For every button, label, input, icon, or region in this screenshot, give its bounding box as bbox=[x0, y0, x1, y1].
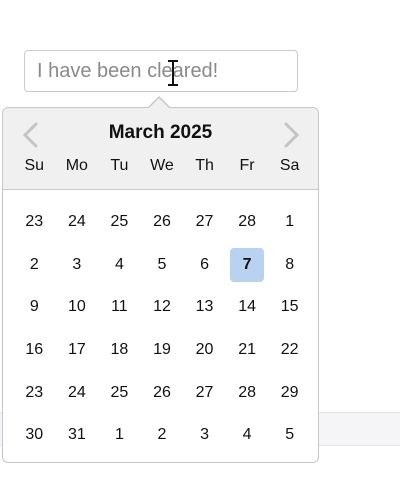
day-cell[interactable]: 26 bbox=[141, 371, 184, 414]
datepicker-popup: March 2025 Su Mo Tu We Th Fr Sa 23 24 25 bbox=[2, 98, 319, 463]
day-cell[interactable]: 8 bbox=[268, 244, 311, 287]
day-cell[interactable]: 2 bbox=[13, 244, 56, 287]
day-cell[interactable]: 12 bbox=[141, 286, 184, 329]
weekday-label: Th bbox=[195, 157, 214, 174]
popup-arrow-fill bbox=[149, 98, 169, 108]
day-cell[interactable]: 3 bbox=[56, 244, 99, 287]
week-row: 23 24 25 26 27 28 1 bbox=[13, 201, 311, 244]
day-cell[interactable]: 27 bbox=[183, 371, 226, 414]
week-row: 9 10 11 12 13 14 15 bbox=[13, 286, 311, 329]
day-cell[interactable]: 13 bbox=[183, 286, 226, 329]
day-cell[interactable]: 10 bbox=[56, 286, 99, 329]
day-cell[interactable]: 30 bbox=[13, 414, 56, 457]
weekday-label: Fr bbox=[239, 157, 255, 174]
day-cell[interactable]: 26 bbox=[141, 201, 184, 244]
weekday-label: We bbox=[150, 157, 174, 174]
week-row: 16 17 18 19 20 21 22 bbox=[13, 329, 311, 372]
weekday-label: Su bbox=[24, 157, 45, 174]
weekday-row: Su Mo Tu We Th Fr Sa bbox=[13, 157, 311, 175]
day-cell[interactable]: 5 bbox=[268, 414, 311, 457]
month-title: March 2025 bbox=[108, 122, 213, 143]
day-cell[interactable]: 24 bbox=[56, 371, 99, 414]
day-cell[interactable]: 6 bbox=[183, 244, 226, 287]
day-cell[interactable]: 19 bbox=[141, 329, 184, 372]
day-cell[interactable]: 31 bbox=[56, 414, 99, 457]
day-cell[interactable]: 20 bbox=[183, 329, 226, 372]
day-cell[interactable]: 23 bbox=[13, 201, 56, 244]
day-cell[interactable]: 24 bbox=[56, 201, 99, 244]
weekday-label: Mo bbox=[65, 157, 88, 174]
day-cell[interactable]: 1 bbox=[98, 414, 141, 457]
day-cell[interactable]: 5 bbox=[141, 244, 184, 287]
day-cell[interactable]: 29 bbox=[268, 371, 311, 414]
week-row: 2 3 4 5 6 7 8 bbox=[13, 244, 311, 287]
day-cell[interactable]: 11 bbox=[98, 286, 141, 329]
chevron-right-icon bbox=[284, 122, 300, 148]
day-cell[interactable]: 18 bbox=[98, 329, 141, 372]
day-cell[interactable]: 15 bbox=[268, 286, 311, 329]
day-cell[interactable]: 27 bbox=[183, 201, 226, 244]
week-row: 30 31 1 2 3 4 5 bbox=[13, 414, 311, 457]
week-row: 23 24 25 26 27 28 29 bbox=[13, 371, 311, 414]
day-cell[interactable]: 25 bbox=[98, 371, 141, 414]
day-cell[interactable]: 2 bbox=[141, 414, 184, 457]
day-cell[interactable]: 4 bbox=[98, 244, 141, 287]
day-grid: 23 24 25 26 27 28 1 2 3 4 5 6 7 8 9 10 1… bbox=[13, 201, 311, 457]
day-cell[interactable]: 22 bbox=[268, 329, 311, 372]
next-month-button[interactable] bbox=[281, 122, 301, 148]
weekday-label: Sa bbox=[279, 157, 300, 174]
day-cell[interactable]: 21 bbox=[226, 329, 269, 372]
date-input[interactable] bbox=[24, 50, 298, 92]
day-cell[interactable]: 14 bbox=[226, 286, 269, 329]
day-cell[interactable]: 28 bbox=[226, 371, 269, 414]
day-cell[interactable]: 17 bbox=[56, 329, 99, 372]
day-cell[interactable]: 3 bbox=[183, 414, 226, 457]
day-cell[interactable]: 4 bbox=[226, 414, 269, 457]
day-cell[interactable]: 28 bbox=[226, 201, 269, 244]
day-cell[interactable]: 23 bbox=[13, 371, 56, 414]
calendar-header: March 2025 Su Mo Tu We Th Fr Sa bbox=[3, 108, 318, 190]
day-cell[interactable]: 9 bbox=[13, 286, 56, 329]
page: March 2025 Su Mo Tu We Th Fr Sa 23 24 25 bbox=[0, 0, 400, 478]
day-cell-selected[interactable]: 7 bbox=[226, 244, 269, 287]
day-cell[interactable]: 16 bbox=[13, 329, 56, 372]
weekday-label: Tu bbox=[110, 157, 129, 174]
day-cell[interactable]: 1 bbox=[268, 201, 311, 244]
day-cell[interactable]: 25 bbox=[98, 201, 141, 244]
